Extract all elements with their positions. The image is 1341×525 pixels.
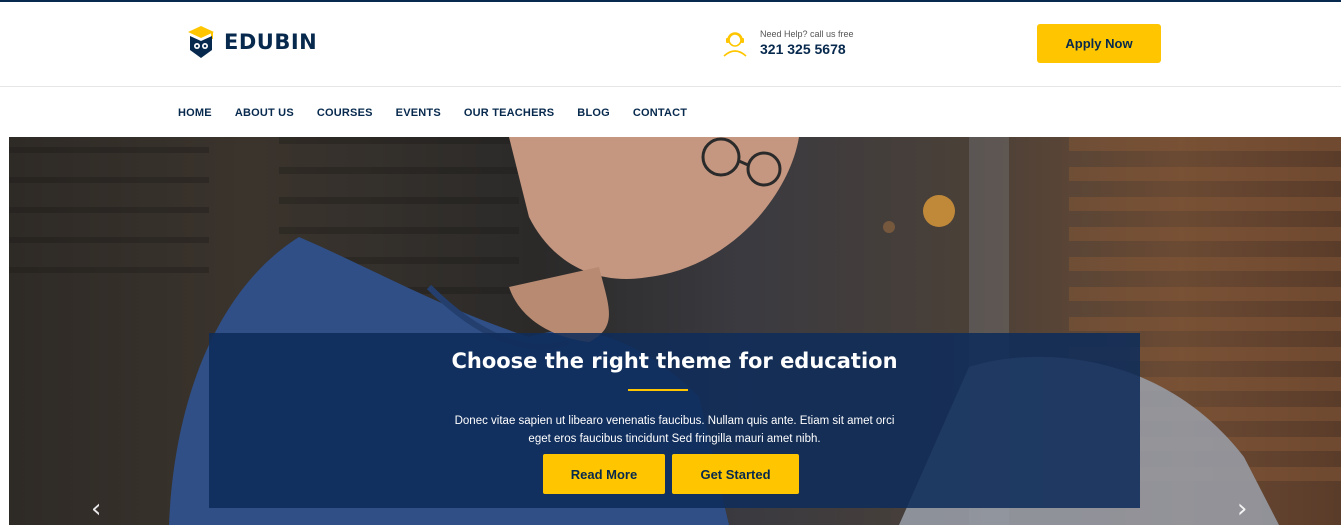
nav-item-courses[interactable]: COURSES — [317, 107, 373, 119]
apply-now-button[interactable]: Apply Now — [1037, 24, 1161, 63]
nav-item-our-teachers[interactable]: OUR TEACHERS — [464, 107, 554, 119]
brand-logo[interactable]: EDUBIN — [186, 24, 317, 60]
chevron-right-icon[interactable]: › — [1237, 494, 1257, 524]
hero-slider: Choose the right theme for education Don… — [9, 137, 1341, 525]
main-nav: HOME ABOUT US COURSES EVENTS OUR TEACHER… — [0, 88, 1341, 137]
help-contact: Need Help? call us free 321 325 5678 — [720, 28, 854, 58]
graduation-owl-logo-icon — [188, 26, 214, 58]
hero-title: Choose the right theme for education — [451, 349, 898, 373]
hero-caption-panel: Choose the right theme for education Don… — [209, 333, 1140, 508]
help-label: Need Help? call us free — [760, 29, 854, 39]
site-header: EDUBIN Need Help? call us free 321 325 5… — [0, 2, 1341, 87]
nav-item-home[interactable]: HOME — [178, 107, 212, 119]
nav-item-events[interactable]: EVENTS — [396, 107, 441, 119]
nav-item-blog[interactable]: BLOG — [577, 107, 610, 119]
brand-name: EDUBIN — [224, 30, 318, 54]
nav-item-contact[interactable]: CONTACT — [633, 107, 687, 119]
chevron-left-icon[interactable]: ‹ — [91, 494, 111, 524]
hero-title-divider — [628, 389, 688, 391]
read-more-button[interactable]: Read More — [543, 454, 665, 494]
nav-item-about-us[interactable]: ABOUT US — [235, 107, 294, 119]
headset-support-icon — [723, 32, 747, 57]
help-phone[interactable]: 321 325 5678 — [760, 40, 854, 58]
hero-description: Donec vitae sapien ut libearo venenatis … — [454, 415, 895, 445]
get-started-button[interactable]: Get Started — [672, 454, 799, 494]
